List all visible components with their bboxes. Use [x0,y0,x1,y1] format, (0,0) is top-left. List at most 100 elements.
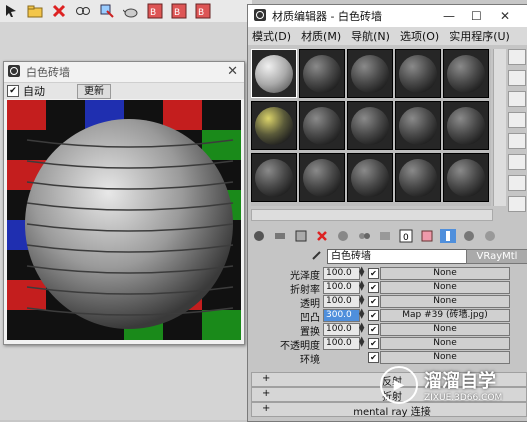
unique-icon[interactable] [356,229,372,243]
close-icon[interactable]: ✕ [500,9,510,23]
options-icon[interactable] [508,175,526,191]
param-map-button[interactable]: None [380,323,510,336]
maximize-icon[interactable]: ☐ [471,9,482,23]
menu-utilities[interactable]: 实用程序(U) [449,28,510,44]
param-checkbox[interactable]: ✔ [368,282,379,293]
material-slot[interactable] [347,49,393,98]
material-type-button[interactable]: VRayMtl [466,249,527,264]
map-icon[interactable]: B [170,2,188,20]
menu-material[interactable]: 材质(M) [301,28,341,44]
sample-type-icon[interactable] [508,49,526,65]
material-slot[interactable] [443,153,489,202]
param-checkbox[interactable]: ✔ [368,268,379,279]
app-icon [254,8,266,24]
param-amount[interactable]: 100.0 [323,281,360,294]
spinner-icon[interactable]: ▲ ▼ [359,294,365,306]
slots-vertical-scrollbar[interactable] [493,49,506,206]
material-slot[interactable] [251,49,297,98]
go-to-parent-icon[interactable] [461,229,477,243]
material-name-field[interactable]: 白色砖墙 [327,249,468,264]
material-id-icon[interactable]: 0 [398,229,414,243]
editor-titlebar[interactable]: 材质编辑器 - 白色砖墙 — ☐ ✕ [248,5,527,27]
assign-material-icon[interactable] [293,229,309,243]
expand-icon[interactable]: + [262,403,270,414]
maps-parameters: 光泽度 100.0 ▲ ▼ ✔ None 折射率 100.0 ▲ ▼ ✔ None 透明 100.0 ▲… [258,266,520,366]
param-checkbox[interactable]: ✔ [368,296,379,307]
param-checkbox[interactable]: ✔ [368,310,379,321]
param-amount[interactable]: 100.0 [323,323,360,336]
param-map-button[interactable]: None [380,281,510,294]
minimize-icon[interactable]: — [443,9,455,23]
param-checkbox[interactable]: ✔ [368,338,379,349]
material-slot[interactable] [299,101,345,150]
spinner-icon[interactable]: ▲ ▼ [359,336,365,348]
param-map-button[interactable]: None [380,267,510,280]
slots-horizontal-scrollbar[interactable] [251,209,493,221]
menu-options[interactable]: 选项(O) [400,28,439,44]
put-to-library-icon[interactable] [377,229,393,243]
param-map-button[interactable]: Map #39 (砖墙.jpg) [380,309,510,322]
show-map-icon[interactable] [419,229,435,243]
make-preview-icon[interactable] [508,154,526,170]
map-icon[interactable]: B [194,2,212,20]
material-sphere [351,54,389,93]
material-slot[interactable] [443,101,489,150]
param-amount[interactable]: 100.0 [323,267,360,280]
param-checkbox[interactable]: ✔ [368,352,379,363]
update-button[interactable]: 更新 [77,83,111,99]
select-by-material-icon[interactable] [508,196,526,212]
get-material-icon[interactable] [251,229,267,243]
preview-titlebar[interactable]: 白色砖墙 ✕ [4,62,244,82]
material-slot[interactable] [251,153,297,202]
material-slot[interactable] [443,49,489,98]
material-slot[interactable] [395,153,441,202]
teapot-icon[interactable] [122,2,140,20]
close-x-icon[interactable] [50,2,68,20]
pointer-icon[interactable] [2,2,20,20]
material-preview-window: 白色砖墙 ✕ ✔ 自动 更新 [3,61,245,345]
spinner-icon[interactable]: ▲ ▼ [359,322,365,334]
link-icon[interactable] [74,2,92,20]
eyedropper-icon[interactable] [311,249,323,264]
reset-map-icon[interactable] [314,229,330,243]
folder-icon[interactable] [26,2,44,20]
material-slot[interactable] [347,153,393,202]
go-forward-icon[interactable] [482,229,498,243]
material-slot[interactable] [299,49,345,98]
backlight-icon[interactable] [508,70,526,86]
expand-icon[interactable]: + [262,373,270,384]
material-slot[interactable] [395,101,441,150]
svg-text:B: B [150,8,156,18]
spinner-icon[interactable]: ▲ ▼ [359,266,365,278]
menu-mode[interactable]: 模式(D) [252,28,291,44]
put-to-scene-icon[interactable] [272,229,288,243]
uv-tiling-icon[interactable] [508,112,526,128]
param-row: 凹凸 300.0 ▲ ▼ ✔ Map #39 (砖墙.jpg) [258,308,520,324]
main-toolbar: B B B [0,0,252,23]
close-icon[interactable]: ✕ [227,64,238,79]
spinner-icon[interactable]: ▲ ▼ [359,308,365,320]
material-sphere [399,106,437,145]
param-label: 透明 [300,299,320,310]
material-slot[interactable] [299,153,345,202]
material-slot[interactable] [251,101,297,150]
spinner-icon[interactable]: ▲ ▼ [359,280,365,292]
auto-checkbox[interactable]: ✔ [7,85,19,97]
video-color-icon[interactable] [508,133,526,149]
param-amount[interactable]: 100.0 [323,337,360,350]
map-icon[interactable]: B [146,2,164,20]
expand-icon[interactable]: + [262,388,270,399]
param-amount[interactable]: 100.0 [323,295,360,308]
copy-material-icon[interactable] [335,229,351,243]
bind-icon[interactable] [98,2,116,20]
param-amount[interactable]: 300.0 [323,309,360,322]
param-map-button[interactable]: None [380,295,510,308]
menu-navigation[interactable]: 导航(N) [351,28,390,44]
svg-text:B: B [174,8,180,18]
param-checkbox[interactable]: ✔ [368,324,379,335]
material-slot[interactable] [395,49,441,98]
material-slot[interactable] [347,101,393,150]
show-final-icon[interactable] [440,229,456,243]
param-map-button[interactable]: None [380,337,510,350]
background-icon[interactable] [508,91,526,107]
